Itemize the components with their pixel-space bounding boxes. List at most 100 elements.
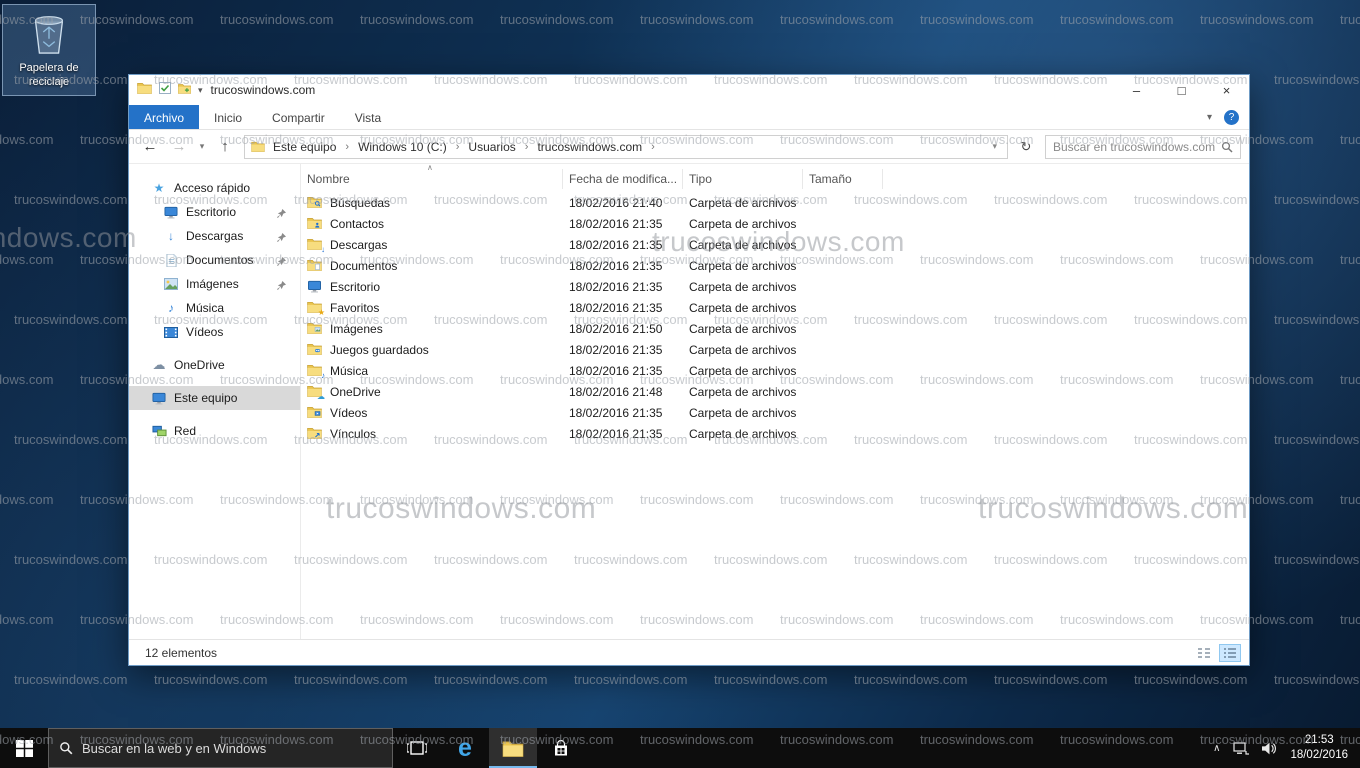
taskbar-search-input[interactable] [82, 741, 382, 756]
maximize-button[interactable]: □ [1159, 75, 1204, 105]
document-icon [163, 254, 179, 267]
music-note-icon: ♪ [163, 301, 179, 315]
file-row-videos[interactable]: Vídeos 18/02/2016 21:35 Carpeta de archi… [301, 402, 1249, 423]
folder-documents-icon [307, 259, 323, 272]
explorer-search-input[interactable] [1053, 140, 1221, 154]
address-bar[interactable]: Este equipo › Windows 10 (C:) › Usuarios… [244, 135, 1008, 159]
details-view-button[interactable] [1219, 644, 1241, 662]
recent-locations-chevron-icon[interactable]: ▾ [195, 141, 209, 152]
sidebar-onedrive[interactable]: ☁ OneDrive [129, 353, 300, 377]
breadcrumb-separator-icon[interactable]: › [338, 141, 356, 153]
file-row-juegos-guardados[interactable]: Juegos guardados 18/02/2016 21:35 Carpet… [301, 339, 1249, 360]
sidebar-item-escritorio[interactable]: Escritorio [129, 200, 300, 224]
file-row-onedrive[interactable]: ☁OneDrive 18/02/2016 21:48 Carpeta de ar… [301, 381, 1249, 402]
ribbon-tabs: Archivo Inicio Compartir Vista ▾ ? [129, 105, 1249, 130]
column-header-tipo[interactable]: Tipo [683, 169, 803, 189]
file-row-imagenes[interactable]: Imágenes 18/02/2016 21:50 Carpeta de arc… [301, 318, 1249, 339]
network-tray-icon[interactable] [1233, 742, 1249, 755]
sidebar-label: Vídeos [186, 325, 223, 339]
forward-button[interactable]: → [166, 135, 192, 159]
sidebar-label: Red [174, 424, 196, 438]
tab-vista[interactable]: Vista [340, 105, 396, 129]
help-button[interactable]: ? [1224, 110, 1239, 125]
file-row-escritorio[interactable]: Escritorio 18/02/2016 21:35 Carpeta de a… [301, 276, 1249, 297]
breadcrumb-windows10[interactable]: Windows 10 (C:) [356, 140, 449, 154]
sidebar-label: OneDrive [174, 358, 225, 372]
folder-favorites-icon: ★ [307, 301, 323, 314]
recycle-bin[interactable]: Papelera de reciclaje [2, 4, 96, 96]
file-explorer-taskbar-icon[interactable] [489, 728, 537, 768]
file-row-busquedas[interactable]: Búsquedas 18/02/2016 21:40 Carpeta de ar… [301, 192, 1249, 213]
sidebar-this-pc[interactable]: Este equipo [129, 386, 300, 410]
edge-icon[interactable]: e [441, 728, 489, 768]
file-row-contactos[interactable]: Contactos 18/02/2016 21:35 Carpeta de ar… [301, 213, 1249, 234]
watermark-text: trucoswindows.com [0, 132, 53, 147]
watermark-text: trucoswindows.com [1340, 372, 1360, 387]
desktop[interactable]: { "watermark": { "text": "trucoswindows.… [0, 0, 1360, 768]
list-view-button[interactable] [1193, 644, 1215, 662]
sidebar-item-musica[interactable]: ♪ Música [129, 296, 300, 320]
column-header-tamano[interactable]: Tamaño [803, 169, 883, 189]
watermark-text: trucoswindows.com [0, 372, 53, 387]
sidebar-label: Imágenes [186, 277, 239, 291]
sidebar-item-documentos[interactable]: Documentos [129, 248, 300, 272]
sidebar-item-videos[interactable]: Vídeos [129, 320, 300, 344]
file-row-descargas[interactable]: ↓Descargas 18/02/2016 21:35 Carpeta de a… [301, 234, 1249, 255]
file-type: Carpeta de archivos [683, 301, 803, 315]
breadcrumb-separator-icon[interactable]: › [449, 141, 467, 153]
breadcrumb-trucoswindows[interactable]: trucoswindows.com [535, 140, 644, 154]
file-modified: 18/02/2016 21:48 [563, 385, 683, 399]
file-name: Música [330, 364, 368, 378]
tray-chevron-up-icon[interactable]: ∧ [1213, 743, 1220, 754]
file-rows: Búsquedas 18/02/2016 21:40 Carpeta de ar… [301, 192, 1249, 639]
tab-compartir[interactable]: Compartir [257, 105, 340, 129]
desktop-monitor-icon [307, 280, 323, 293]
explorer-search-box[interactable] [1045, 135, 1241, 159]
column-headers: ∧ Nombre Fecha de modifica... Tipo Tamañ… [301, 166, 1249, 192]
new-folder-icon[interactable] [178, 81, 191, 99]
watermark-text: trucoswindows.com [434, 672, 547, 687]
sidebar-item-descargas[interactable]: ↓ Descargas [129, 224, 300, 248]
up-button[interactable]: ↑ [212, 135, 238, 159]
properties-icon[interactable] [159, 81, 171, 99]
qat-customize-chevron-icon[interactable]: ▾ [198, 85, 203, 96]
tab-archivo[interactable]: Archivo [129, 105, 199, 129]
file-type: Carpeta de archivos [683, 217, 803, 231]
sidebar-item-imagenes[interactable]: Imágenes [129, 272, 300, 296]
refresh-button[interactable]: ↻ [1014, 135, 1038, 159]
address-dropdown-chevron-icon[interactable]: ▾ [988, 141, 1001, 152]
watermark-text: trucoswindows.com [294, 672, 407, 687]
taskbar-search-box[interactable] [48, 728, 393, 768]
file-name: Descargas [330, 238, 387, 252]
close-button[interactable]: × [1204, 75, 1249, 105]
folder-music-icon: ♪ [307, 364, 323, 377]
back-button[interactable]: ← [137, 135, 163, 159]
volume-icon[interactable] [1262, 742, 1277, 755]
breadcrumb-separator-icon[interactable]: › [518, 141, 536, 153]
column-header-fecha[interactable]: Fecha de modifica... [563, 169, 683, 189]
search-icon[interactable] [1221, 141, 1233, 153]
file-row-musica[interactable]: ♪Música 18/02/2016 21:35 Carpeta de arch… [301, 360, 1249, 381]
file-name: Búsquedas [330, 196, 390, 210]
expand-ribbon-chevron-icon[interactable]: ▾ [1207, 112, 1212, 123]
navigation-bar: ← → ▾ ↑ Este equipo › Windows 10 (C:) › … [129, 130, 1249, 164]
file-row-favoritos[interactable]: ★Favoritos 18/02/2016 21:35 Carpeta de a… [301, 297, 1249, 318]
folder-links-icon [307, 427, 323, 440]
file-row-documentos[interactable]: Documentos 18/02/2016 21:35 Carpeta de a… [301, 255, 1249, 276]
file-explorer-window: ▾ trucoswindows.com – □ × Archivo Inicio… [128, 74, 1250, 666]
minimize-button[interactable]: – [1114, 75, 1159, 105]
sidebar-quick-access[interactable]: ★ Acceso rápido [129, 176, 300, 200]
store-icon[interactable] [537, 728, 585, 768]
column-header-nombre[interactable]: Nombre [301, 169, 563, 189]
folder-saved-games-icon [307, 343, 323, 356]
task-view-button[interactable] [393, 728, 441, 768]
sidebar-network[interactable]: Red [129, 419, 300, 443]
start-button[interactable] [0, 728, 48, 768]
file-row-vinculos[interactable]: Vínculos 18/02/2016 21:35 Carpeta de arc… [301, 423, 1249, 444]
tab-inicio[interactable]: Inicio [199, 105, 257, 129]
title-bar[interactable]: ▾ trucoswindows.com – □ × [129, 75, 1249, 105]
breadcrumb-este-equipo[interactable]: Este equipo [271, 140, 338, 154]
breadcrumb-usuarios[interactable]: Usuarios [466, 140, 517, 154]
taskbar-clock[interactable]: 21:53 18/02/2016 [1290, 733, 1348, 763]
breadcrumb-separator-icon[interactable]: › [644, 141, 662, 153]
